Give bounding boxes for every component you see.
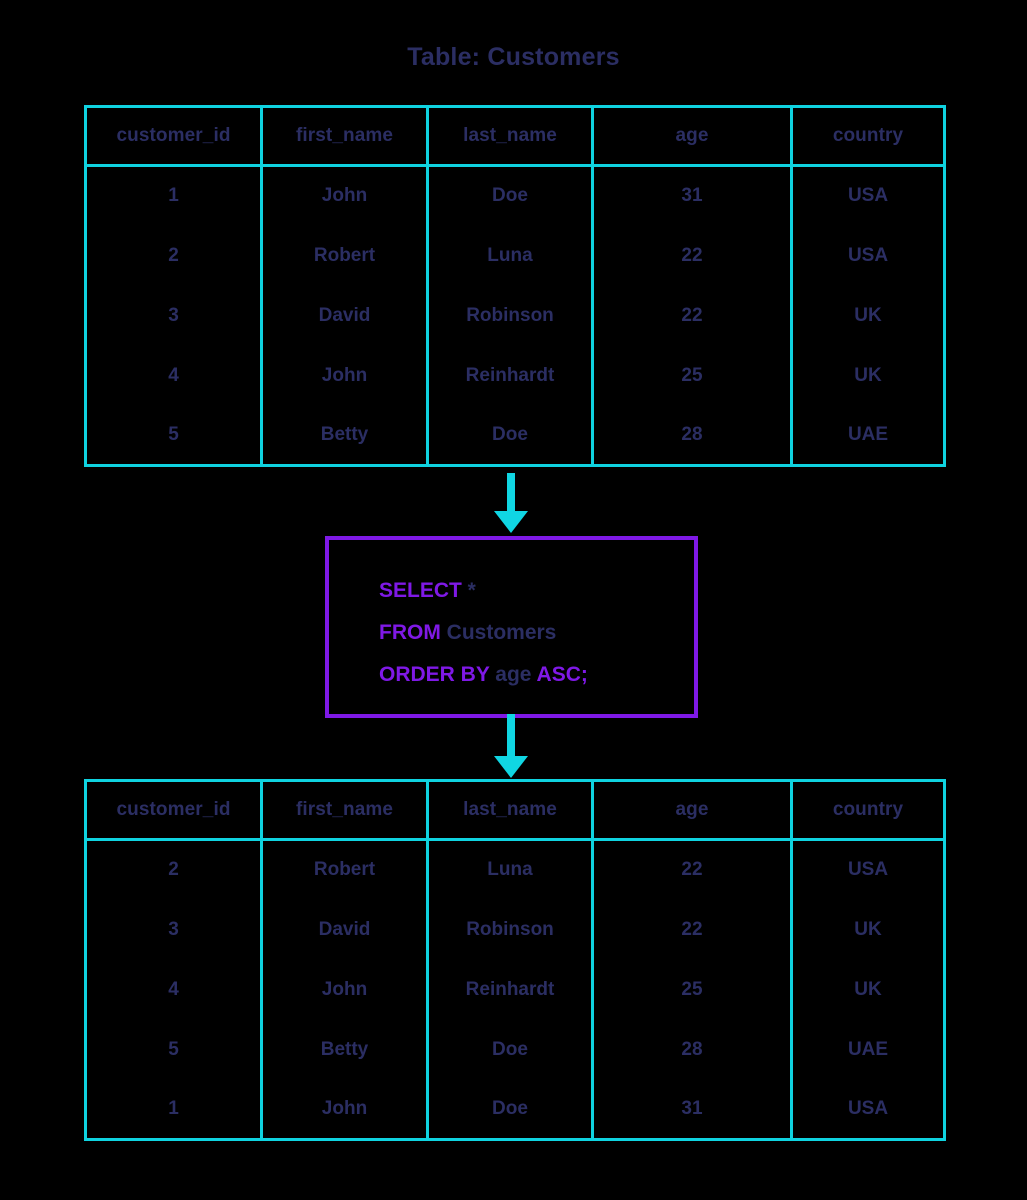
cell-age: 25 xyxy=(592,345,793,406)
cell-last-name: Doe xyxy=(427,1019,594,1080)
sql-line-select: SELECT * xyxy=(379,570,684,612)
table-row: 5 Betty Doe 28 UAE xyxy=(85,1019,945,1080)
cell-customer-id: 4 xyxy=(85,959,263,1020)
column-header-customer-id: customer_id xyxy=(85,780,263,841)
column-header-customer-id: customer_id xyxy=(85,106,263,167)
table-row: 5 Betty Doe 28 UAE xyxy=(85,405,945,466)
column-header-country: country xyxy=(791,106,945,167)
sql-line-from: FROM Customers xyxy=(379,612,684,654)
cell-age: 25 xyxy=(592,959,793,1020)
table-row: 2 Robert Luna 22 USA xyxy=(85,225,945,286)
sql-keyword-select: SELECT xyxy=(379,579,462,602)
sql-table-name: Customers xyxy=(440,621,557,644)
source-table-header: customer_id first_name last_name age cou… xyxy=(85,106,945,167)
cell-age: 28 xyxy=(592,405,793,466)
cell-customer-id: 3 xyxy=(85,899,263,960)
cell-last-name: Doe xyxy=(427,405,594,466)
diagram-canvas: Table: Customers customer_id first_name … xyxy=(0,0,1027,1200)
column-header-last-name: last_name xyxy=(427,780,594,841)
table-row: 1 John Doe 31 USA xyxy=(85,165,945,226)
arrow-shaft xyxy=(507,714,515,758)
cell-customer-id: 4 xyxy=(85,345,263,406)
cell-customer-id: 5 xyxy=(85,405,263,466)
table-header-row: customer_id first_name last_name age cou… xyxy=(85,780,945,841)
cell-country: USA xyxy=(847,185,889,207)
cell-country: USA xyxy=(847,1097,889,1119)
cell-country: UAE xyxy=(847,423,889,445)
sql-keyword-from: FROM xyxy=(379,621,441,644)
cell-first-name: Robert xyxy=(261,839,429,900)
cell-age: 22 xyxy=(592,225,793,286)
cell-last-name: Luna xyxy=(427,225,594,286)
arrow-head xyxy=(494,511,528,533)
cell-country: UK xyxy=(854,364,882,386)
cell-age: 31 xyxy=(592,1079,793,1140)
cell-last-name: Robinson xyxy=(427,285,594,346)
cell-country: USA xyxy=(847,859,889,881)
sql-line-order-by: ORDER BY age ASC; xyxy=(379,654,684,696)
sql-query-text: SELECT * FROM Customers ORDER BY age ASC… xyxy=(379,570,684,696)
sql-order-column: age xyxy=(489,663,537,686)
sql-keyword-order-by: ORDER BY xyxy=(379,663,490,686)
cell-customer-id: 3 xyxy=(85,285,263,346)
cell-last-name: Doe xyxy=(427,1079,594,1140)
table-row: 3 David Robinson 22 UK xyxy=(85,285,945,346)
cell-age: 28 xyxy=(592,1019,793,1080)
cell-first-name: David xyxy=(261,899,429,960)
cell-age: 22 xyxy=(592,839,793,900)
cell-first-name: John xyxy=(261,1079,429,1140)
sql-semicolon: ; xyxy=(580,663,588,686)
cell-age: 22 xyxy=(592,899,793,960)
page-title: Table: Customers xyxy=(407,43,620,71)
cell-customer-id: 2 xyxy=(85,839,263,900)
column-header-first-name: first_name xyxy=(261,780,429,841)
cell-age: 22 xyxy=(592,285,793,346)
column-header-age: age xyxy=(592,106,793,167)
cell-first-name: John xyxy=(261,165,429,226)
cell-first-name: David xyxy=(261,285,429,346)
table-header-row: customer_id first_name last_name age cou… xyxy=(85,106,945,167)
source-table: customer_id first_name last_name age cou… xyxy=(84,105,946,467)
cell-country: UAE xyxy=(847,1038,889,1060)
column-header-first-name: first_name xyxy=(261,106,429,167)
table-row: 3 David Robinson 22 UK xyxy=(85,899,945,960)
cell-customer-id: 1 xyxy=(85,1079,263,1140)
table-row: 4 John Reinhardt 25 UK xyxy=(85,345,945,406)
cell-first-name: John xyxy=(261,959,429,1020)
cell-last-name: Doe xyxy=(427,165,594,226)
column-header-country: country xyxy=(791,780,945,841)
arrow-shaft xyxy=(507,473,515,513)
source-table-body: 1 John Doe 31 USA 2 Robert Luna 22 USA 3… xyxy=(85,165,945,466)
table-row: 4 John Reinhardt 25 UK xyxy=(85,959,945,1020)
sql-query-box: SELECT * FROM Customers ORDER BY age ASC… xyxy=(325,536,698,718)
cell-customer-id: 1 xyxy=(85,165,263,226)
result-table-header: customer_id first_name last_name age cou… xyxy=(85,780,945,841)
cell-country: UK xyxy=(854,918,882,940)
result-table-body: 2 Robert Luna 22 USA 3 David Robinson 22… xyxy=(85,839,945,1140)
cell-first-name: John xyxy=(261,345,429,406)
arrow-head xyxy=(494,756,528,778)
cell-last-name: Robinson xyxy=(427,899,594,960)
cell-last-name: Luna xyxy=(427,839,594,900)
cell-age: 31 xyxy=(592,165,793,226)
cell-country: UK xyxy=(854,304,882,326)
column-header-last-name: last_name xyxy=(427,106,594,167)
cell-first-name: Robert xyxy=(261,225,429,286)
cell-first-name: Betty xyxy=(261,405,429,466)
result-table: customer_id first_name last_name age cou… xyxy=(84,779,946,1141)
sql-star: * xyxy=(461,579,476,602)
cell-last-name: Reinhardt xyxy=(427,959,594,1020)
cell-first-name: Betty xyxy=(261,1019,429,1080)
cell-country: USA xyxy=(847,244,889,266)
sql-keyword-asc: ASC xyxy=(536,663,581,686)
table-row: 2 Robert Luna 22 USA xyxy=(85,839,945,900)
cell-customer-id: 2 xyxy=(85,225,263,286)
cell-country: UK xyxy=(854,978,882,1000)
column-header-age: age xyxy=(592,780,793,841)
cell-last-name: Reinhardt xyxy=(427,345,594,406)
cell-customer-id: 5 xyxy=(85,1019,263,1080)
table-row: 1 John Doe 31 USA xyxy=(85,1079,945,1140)
